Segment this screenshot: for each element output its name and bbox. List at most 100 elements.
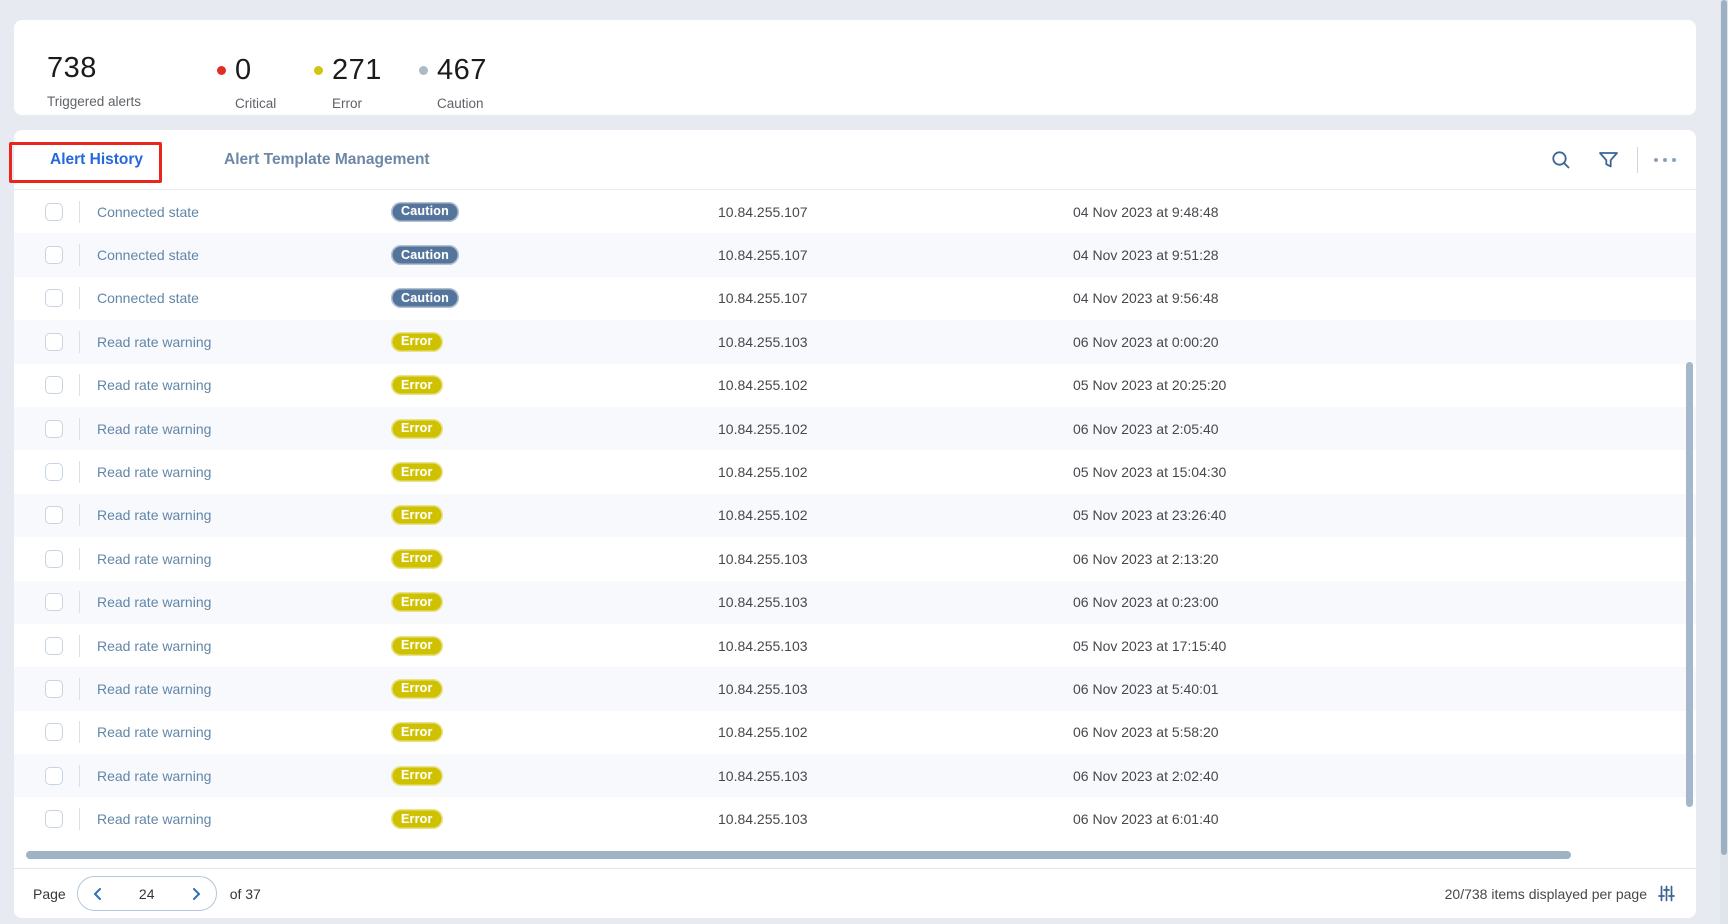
alert-timestamp: 05 Nov 2023 at 23:26:40 (1073, 507, 1696, 523)
row-checkbox[interactable] (45, 810, 63, 828)
alert-timestamp: 06 Nov 2023 at 0:23:00 (1073, 594, 1696, 610)
alert-name-link[interactable]: Read rate warning (97, 464, 391, 480)
page-label: Page (33, 886, 66, 902)
alert-name-link[interactable]: Read rate warning (97, 811, 391, 827)
items-per-page-settings-icon[interactable] (1657, 884, 1676, 903)
alert-source-ip: 10.84.255.103 (718, 811, 1073, 827)
alert-source-ip: 10.84.255.102 (718, 421, 1073, 437)
row-checkbox[interactable] (45, 723, 63, 741)
alert-name-link[interactable]: Connected state (97, 204, 391, 220)
alert-summary-card: 738 Triggered alerts 0 Critical 271 Erro… (14, 20, 1696, 115)
table-row: Read rate warning Error 10.84.255.103 06… (14, 320, 1696, 363)
table-row: Read rate warning Error 10.84.255.102 06… (14, 711, 1696, 754)
page-scrollbar-thumb[interactable] (1721, 0, 1727, 855)
alert-name-link[interactable]: Read rate warning (97, 551, 391, 567)
row-divider (79, 461, 80, 483)
table-row: Read rate warning Error 10.84.255.103 05… (14, 624, 1696, 667)
row-checkbox[interactable] (45, 333, 63, 351)
alert-timestamp: 06 Nov 2023 at 6:01:40 (1073, 811, 1696, 827)
severity-badge: Error (391, 549, 443, 569)
alert-panel: Alert History Alert Template Management … (14, 130, 1696, 918)
caution-label: Caution (419, 96, 487, 111)
row-divider (79, 287, 80, 309)
previous-page-icon[interactable] (91, 887, 105, 901)
next-page-icon[interactable] (189, 887, 203, 901)
row-checkbox[interactable] (45, 376, 63, 394)
alert-timestamp: 06 Nov 2023 at 0:00:20 (1073, 334, 1696, 350)
alert-timestamp: 06 Nov 2023 at 2:13:20 (1073, 551, 1696, 567)
alert-timestamp: 06 Nov 2023 at 2:02:40 (1073, 768, 1696, 784)
row-checkbox[interactable] (45, 637, 63, 655)
row-checkbox[interactable] (45, 420, 63, 438)
alert-name-link[interactable]: Read rate warning (97, 681, 391, 697)
table-row: Read rate warning Error 10.84.255.103 06… (14, 537, 1696, 580)
severity-badge: Error (391, 679, 443, 699)
alert-timestamp: 04 Nov 2023 at 9:48:48 (1073, 204, 1696, 220)
alert-name-link[interactable]: Read rate warning (97, 594, 391, 610)
alert-source-ip: 10.84.255.103 (718, 681, 1073, 697)
alert-name-link[interactable]: Read rate warning (97, 768, 391, 784)
error-dot-icon (314, 66, 323, 75)
row-checkbox[interactable] (45, 593, 63, 611)
table-row: Read rate warning Error 10.84.255.102 05… (14, 494, 1696, 537)
row-checkbox[interactable] (45, 289, 63, 307)
vertical-scrollbar[interactable] (1686, 362, 1693, 807)
alert-name-link[interactable]: Read rate warning (97, 507, 391, 523)
row-checkbox[interactable] (45, 680, 63, 698)
overflow-menu-icon[interactable] (1654, 158, 1676, 162)
critical-label: Critical (217, 96, 276, 111)
row-checkbox[interactable] (45, 203, 63, 221)
page-selector: 24 (77, 876, 217, 911)
row-divider (79, 548, 80, 570)
filter-icon[interactable] (1598, 150, 1619, 170)
table-row: Connected state Caution 10.84.255.107 04… (14, 233, 1696, 276)
alert-name-link[interactable]: Read rate warning (97, 377, 391, 393)
table-row: Read rate warning Error 10.84.255.103 06… (14, 667, 1696, 710)
tabbar: Alert History Alert Template Management (14, 130, 1696, 190)
alert-name-link[interactable]: Read rate warning (97, 421, 391, 437)
toolbar-divider (1637, 147, 1638, 173)
alert-name-link[interactable]: Read rate warning (97, 334, 391, 350)
alert-source-ip: 10.84.255.102 (718, 724, 1073, 740)
alert-source-ip: 10.84.255.107 (718, 204, 1073, 220)
severity-badge: Error (391, 375, 443, 395)
alert-timestamp: 06 Nov 2023 at 5:40:01 (1073, 681, 1696, 697)
error-count: 271 (332, 54, 382, 87)
severity-badge: Error (391, 592, 443, 612)
row-checkbox[interactable] (45, 550, 63, 568)
severity-badge: Error (391, 419, 443, 439)
alert-source-ip: 10.84.255.102 (718, 464, 1073, 480)
alert-timestamp: 04 Nov 2023 at 9:51:28 (1073, 247, 1696, 263)
alert-name-link[interactable]: Connected state (97, 247, 391, 263)
error-stat: 271 Error (314, 54, 382, 111)
row-checkbox[interactable] (45, 506, 63, 524)
severity-badge: Caution (391, 245, 459, 265)
row-checkbox[interactable] (45, 767, 63, 785)
alert-source-ip: 10.84.255.103 (718, 638, 1073, 654)
horizontal-scrollbar[interactable] (26, 851, 1571, 859)
row-checkbox[interactable] (45, 463, 63, 481)
alert-timestamp: 05 Nov 2023 at 17:15:40 (1073, 638, 1696, 654)
severity-badge: Error (391, 505, 443, 525)
row-divider (79, 635, 80, 657)
alert-source-ip: 10.84.255.103 (718, 551, 1073, 567)
alert-timestamp: 04 Nov 2023 at 9:56:48 (1073, 290, 1696, 306)
table-row: Read rate warning Error 10.84.255.103 06… (14, 797, 1696, 840)
tab-alert-template-management[interactable]: Alert Template Management (224, 151, 430, 169)
caution-count: 467 (437, 54, 487, 87)
row-checkbox[interactable] (45, 246, 63, 264)
row-divider (79, 808, 80, 830)
alert-timestamp: 06 Nov 2023 at 5:58:20 (1073, 724, 1696, 740)
alert-name-link[interactable]: Read rate warning (97, 724, 391, 740)
tab-alert-history[interactable]: Alert History (50, 151, 143, 169)
items-per-page-summary: 20/738 items displayed per page (1445, 886, 1647, 902)
alert-name-link[interactable]: Read rate warning (97, 638, 391, 654)
alert-name-link[interactable]: Connected state (97, 290, 391, 306)
alert-source-ip: 10.84.255.102 (718, 377, 1073, 393)
table-row: Read rate warning Error 10.84.255.102 05… (14, 450, 1696, 493)
error-label: Error (314, 96, 382, 111)
critical-count: 0 (235, 54, 252, 87)
search-icon[interactable] (1550, 149, 1572, 171)
row-divider (79, 678, 80, 700)
current-page-input[interactable]: 24 (139, 886, 155, 902)
